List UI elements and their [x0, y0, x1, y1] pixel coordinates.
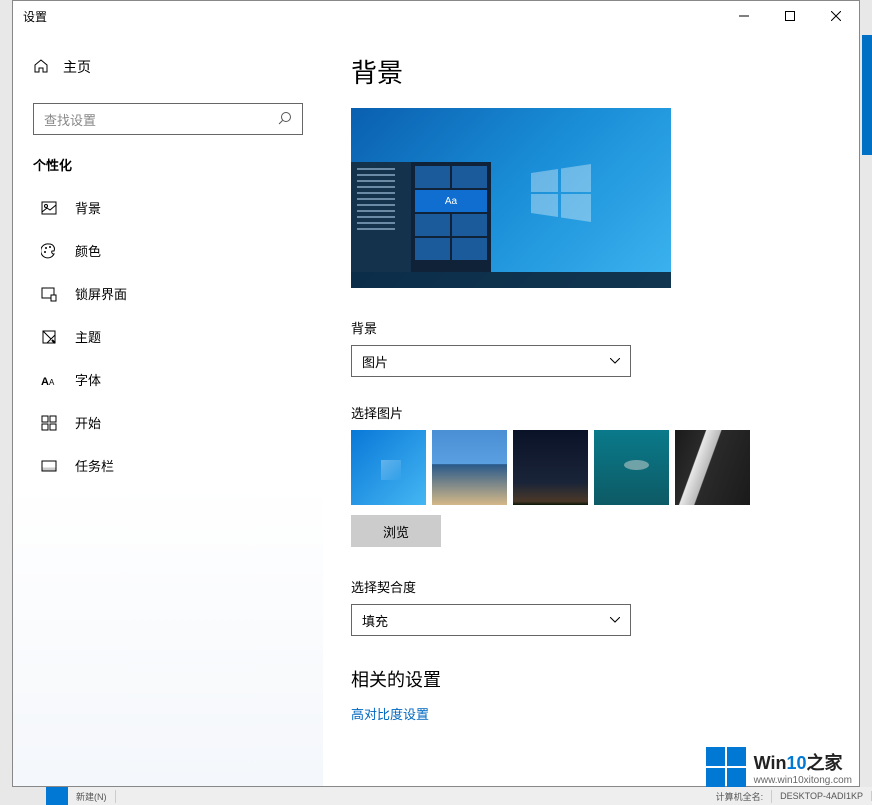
picture-icon: [41, 200, 57, 216]
preview-start-menu: Aa: [351, 162, 491, 272]
browse-button[interactable]: 浏览: [351, 515, 441, 547]
related-settings-title: 相关的设置: [351, 666, 831, 692]
watermark-brand: Win10之家: [754, 749, 852, 775]
taskbar-label: 计算机全名:: [708, 790, 773, 803]
search-input[interactable]: 查找设置: [33, 103, 303, 135]
sidebar-item-start[interactable]: 开始: [13, 401, 323, 444]
nav-label: 开始: [75, 413, 101, 432]
sidebar-item-colors[interactable]: 颜色: [13, 229, 323, 272]
thumbnail-3[interactable]: [513, 430, 588, 505]
background-preview: Aa: [351, 108, 671, 288]
home-button[interactable]: 主页: [13, 49, 323, 85]
thumbnail-1[interactable]: [351, 430, 426, 505]
watermark-logo-icon: [706, 747, 746, 787]
preview-taskbar: [351, 272, 671, 288]
nav-label: 字体: [75, 370, 101, 389]
select-value: 填充: [362, 611, 388, 630]
chevron-down-icon: [610, 356, 620, 367]
lockscreen-icon: [41, 286, 57, 302]
taskbar-computer-name: DESKTOP-4ADI1KP: [772, 791, 872, 801]
sidebar-item-background[interactable]: 背景: [13, 186, 323, 229]
page-title: 背景: [351, 53, 831, 90]
preview-sample-text: Aa: [415, 190, 487, 212]
image-thumbnails: [351, 430, 831, 505]
browse-label: 浏览: [383, 522, 409, 541]
fit-label: 选择契合度: [351, 577, 831, 596]
window-body: 主页 查找设置 个性化 背景 颜色: [13, 31, 859, 786]
background-taskbar: 新建(N) 计算机全名: DESKTOP-4ADI1KP: [46, 787, 872, 805]
svg-text:A: A: [49, 378, 55, 387]
settings-window: 设置 主页 查找设置: [12, 0, 860, 787]
chevron-down-icon: [610, 615, 620, 626]
search-placeholder: 查找设置: [44, 110, 96, 129]
themes-icon: [41, 329, 57, 345]
search-icon: [278, 111, 292, 128]
thumbnail-5[interactable]: [675, 430, 750, 505]
start-icon: [41, 415, 57, 431]
sidebar-item-themes[interactable]: 主题: [13, 315, 323, 358]
taskbar-icon: [41, 458, 57, 474]
fit-select[interactable]: 填充: [351, 604, 631, 636]
background-slice: [862, 35, 872, 155]
choose-image-label: 选择图片: [351, 403, 831, 422]
sidebar-item-fonts[interactable]: AA 字体: [13, 358, 323, 401]
select-value: 图片: [362, 352, 388, 371]
taskbar-active-icon: [46, 787, 68, 805]
window-title: 设置: [23, 8, 47, 25]
palette-icon: [41, 243, 57, 259]
background-type-label: 背景: [351, 318, 831, 337]
category-label: 个性化: [13, 155, 323, 186]
background-type-select[interactable]: 图片: [351, 345, 631, 377]
thumbnail-2[interactable]: [432, 430, 507, 505]
taskbar-item: 新建(N): [68, 790, 116, 803]
nav-label: 任务栏: [75, 456, 114, 475]
home-label: 主页: [63, 57, 91, 77]
sidebar-item-taskbar[interactable]: 任务栏: [13, 444, 323, 487]
titlebar-buttons: [721, 1, 859, 31]
sidebar-item-lockscreen[interactable]: 锁屏界面: [13, 272, 323, 315]
main-content: 背景 Aa 背景: [323, 31, 859, 786]
nav-label: 主题: [75, 327, 101, 346]
nav-label: 颜色: [75, 241, 101, 260]
watermark-url: www.win10xitong.com: [754, 775, 852, 786]
windows-logo-icon: [531, 163, 591, 223]
sidebar: 主页 查找设置 个性化 背景 颜色: [13, 31, 323, 786]
close-button[interactable]: [813, 1, 859, 31]
titlebar: 设置: [13, 1, 859, 31]
minimize-button[interactable]: [721, 1, 767, 31]
nav-label: 锁屏界面: [75, 284, 127, 303]
home-icon: [33, 58, 49, 77]
font-icon: AA: [41, 372, 57, 388]
watermark: Win10之家 www.win10xitong.com: [706, 747, 852, 787]
svg-text:A: A: [41, 376, 49, 388]
thumbnail-4[interactable]: [594, 430, 669, 505]
nav-label: 背景: [75, 198, 101, 217]
high-contrast-link[interactable]: 高对比度设置: [351, 707, 429, 722]
maximize-button[interactable]: [767, 1, 813, 31]
